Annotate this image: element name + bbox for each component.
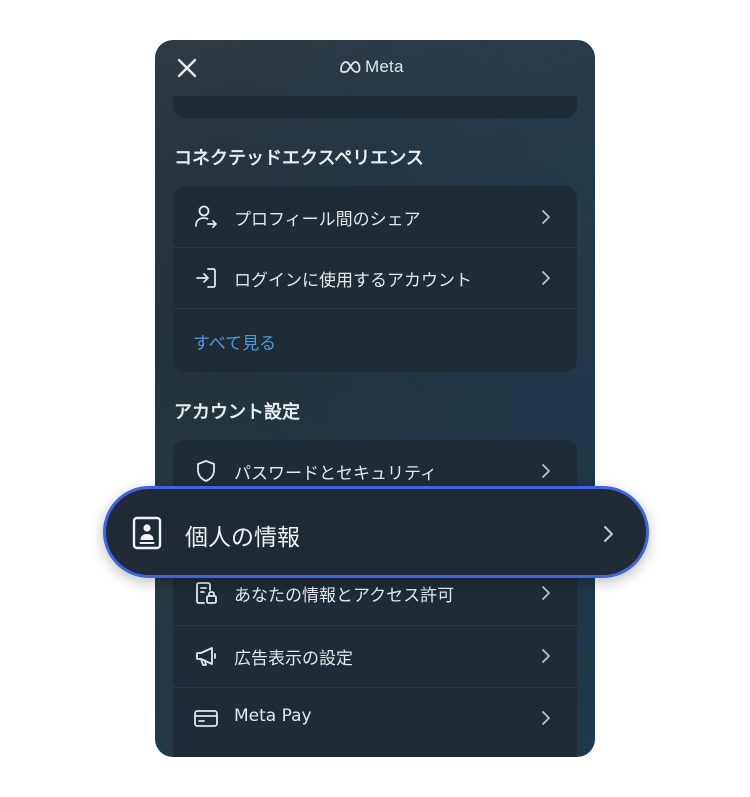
settings-panel: Meta コネクテッドエクスペリエンス プロフィール間のシェア ログインに使用す…	[155, 40, 595, 757]
chevron-right-icon	[604, 526, 613, 542]
chevron-right-icon	[542, 271, 550, 285]
close-button[interactable]	[173, 54, 201, 82]
see-all-link[interactable]: すべて見る	[193, 329, 276, 354]
section-title-account-settings: アカウント設定	[174, 402, 300, 423]
highlighted-menu-item-personal-details[interactable]: 個人の情報	[103, 486, 649, 578]
menu-item-login-accounts[interactable]: ログインに使用するアカウント	[173, 247, 577, 308]
highlighted-item-label: 個人の情報	[185, 525, 300, 551]
megaphone-icon	[196, 647, 216, 666]
chevron-right-icon	[542, 464, 550, 478]
chevron-right-icon	[542, 649, 550, 663]
menu-item-label: Meta Pay	[234, 706, 312, 726]
divider	[173, 308, 577, 309]
top-bar: Meta	[155, 40, 595, 96]
connected-experiences-card: プロフィール間のシェア ログインに使用するアカウント すべて見る	[173, 186, 577, 372]
document-lock-icon	[196, 582, 217, 604]
menu-item-meta-pay[interactable]: Meta Pay	[173, 687, 577, 748]
chevron-right-icon	[542, 586, 550, 600]
login-arrow-icon	[196, 268, 216, 288]
meta-infinity-logo-icon	[340, 61, 361, 73]
chevron-right-icon	[542, 711, 550, 725]
menu-item-profile-sharing[interactable]: プロフィール間のシェア	[173, 186, 577, 247]
divider	[173, 247, 577, 248]
stage: Meta コネクテッドエクスペリエンス プロフィール間のシェア ログインに使用す…	[0, 0, 750, 797]
close-icon	[177, 58, 197, 78]
menu-item-ad-preferences[interactable]: 広告表示の設定	[173, 625, 577, 686]
brand-name: Meta	[365, 57, 404, 76]
menu-item-label: ログインに使用するアカウント	[234, 271, 472, 291]
divider	[173, 687, 577, 688]
person-share-icon	[195, 205, 217, 228]
meta-brand: Meta	[339, 55, 404, 79]
card-icon	[194, 710, 218, 727]
shield-icon	[197, 460, 215, 482]
menu-item-label: プロフィール間のシェア	[234, 210, 421, 230]
id-badge-icon	[132, 516, 162, 550]
menu-item-label: パスワードとセキュリティ	[234, 464, 437, 484]
divider	[173, 625, 577, 626]
menu-item-label: あなたの情報とアクセス許可	[234, 586, 455, 606]
previous-card-fragment	[173, 96, 577, 118]
menu-item-label: 広告表示の設定	[234, 649, 353, 669]
section-title-connected-experiences: コネクテッドエクスペリエンス	[174, 148, 424, 169]
chevron-right-icon	[542, 210, 550, 224]
